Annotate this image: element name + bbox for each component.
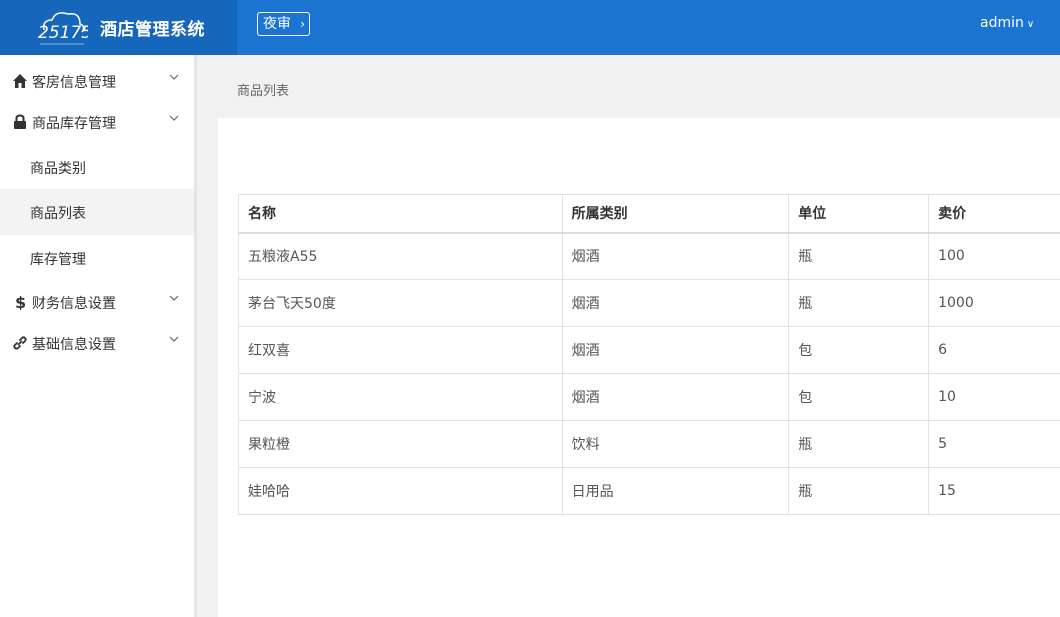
sidebar-item-label: 库存管理 [30,252,86,268]
sidebar-item-label: 商品列表 [30,206,86,222]
cell-unit: 包 [788,373,930,421]
sidebar-item-product-list[interactable]: 商品列表 [0,189,194,235]
user-name: admin [980,15,1024,31]
cell-name: 茅台飞天50度 [238,279,563,327]
chevron-down-icon: ∨ [1026,19,1035,30]
sidebar-group-label: 财务信息设置 [32,296,116,312]
link-icon [13,336,27,350]
cell-unit: 瓶 [788,420,930,468]
logo-area[interactable]: 25175 酒店管理系统 [0,0,237,55]
breadcrumb: 商品列表 [237,84,290,99]
sidebar-item-product-category[interactable]: 商品类别 [0,144,194,190]
cell-name: 五粮液A55 [238,232,563,280]
table-row[interactable]: 五粮液A55 烟酒 瓶 100 [238,232,1060,280]
table-row[interactable]: 果粒橙 饮料 瓶 5 [238,420,1060,468]
lock-icon [14,114,26,129]
sidebar-item-label: 商品类别 [30,161,86,177]
cell-category: 烟酒 [561,279,790,327]
cell-price: 15 [928,467,1060,515]
cell-category: 烟酒 [561,232,790,280]
chevron-down-icon [169,74,179,80]
cell-price: 1000 [928,279,1060,327]
column-header-category[interactable]: 所属类别 [561,194,790,234]
sidebar-group-label: 客房信息管理 [32,75,116,91]
chevron-right-icon: › [300,17,305,31]
sidebar-group-finance[interactable]: $ 财务信息设置 [0,282,194,322]
cell-name: 宁波 [238,373,563,421]
svg-text:$: $ [15,294,26,310]
sidebar-group-label: 商品库存管理 [32,116,116,132]
sidebar-item-stock-management[interactable]: 库存管理 [0,235,194,281]
cell-category: 日用品 [561,467,790,515]
column-header-unit[interactable]: 单位 [788,194,930,234]
svg-text:25175: 25175 [38,23,88,43]
cloud-logo-icon: 25175 [38,12,88,45]
column-header-name[interactable]: 名称 [238,194,563,234]
app-title: 酒店管理系统 [100,20,205,40]
table-row[interactable]: 宁波 烟酒 包 10 [238,373,1060,421]
cell-unit: 瓶 [788,467,930,515]
home-icon [13,74,27,88]
night-audit-label: 夜审 [263,16,291,32]
cell-name: 娃哈哈 [238,467,563,515]
sidebar-group-inventory[interactable]: 商品库存管理 [0,102,194,142]
cell-price: 5 [928,420,1060,468]
cell-category: 烟酒 [561,373,790,421]
sidebar-group-room-info[interactable]: 客房信息管理 [0,61,194,101]
cell-price: 6 [928,326,1060,374]
cell-category: 饮料 [561,420,790,468]
dollar-icon: $ [15,294,26,310]
column-header-price[interactable]: 卖价 [928,194,1060,234]
cell-price: 10 [928,373,1060,421]
product-table: 名称 所属类别 单位 卖价 五粮液A55 烟酒 瓶 100 茅台飞天50度 烟酒… [238,194,1060,515]
table-header-row: 名称 所属类别 单位 卖价 [238,194,1060,234]
night-audit-button[interactable]: 夜审 › [257,12,310,36]
table-row[interactable]: 娃哈哈 日用品 瓶 15 [238,467,1060,515]
cell-price: 100 [928,232,1060,280]
top-header: 25175 酒店管理系统 夜审 › admin ∨ [0,0,1060,55]
cell-unit: 瓶 [788,232,930,280]
table-row[interactable]: 红双喜 烟酒 包 6 [238,326,1060,374]
cell-category: 烟酒 [561,326,790,374]
table-row[interactable]: 茅台飞天50度 烟酒 瓶 1000 [238,279,1060,327]
sidebar-group-label: 基础信息设置 [32,337,116,353]
cell-name: 果粒橙 [238,420,563,468]
chevron-up-icon [169,115,179,121]
chevron-down-icon [169,295,179,301]
sidebar-divider [194,55,197,617]
cell-unit: 包 [788,326,930,374]
chevron-down-icon [169,336,179,342]
user-menu[interactable]: admin ∨ [980,15,1034,31]
cell-name: 红双喜 [238,326,563,374]
sidebar: 客房信息管理 商品库存管理 商品类别 商品列表 库存管理 $ 财务信息设置 基础… [0,55,194,617]
cell-unit: 瓶 [788,279,930,327]
sidebar-group-basic-settings[interactable]: 基础信息设置 [0,323,194,363]
